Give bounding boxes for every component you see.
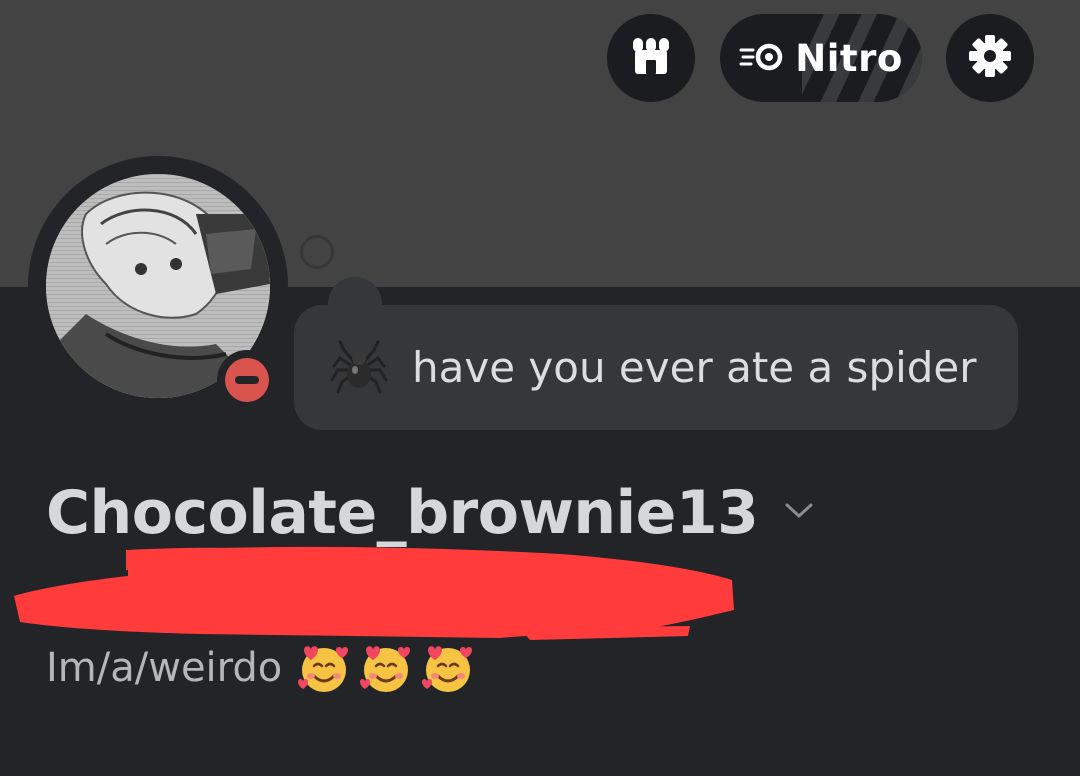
custom-status-text: have you ever ate a spider [412,343,977,392]
nitro-icon [739,41,785,76]
profile-screen: Nitro have you ever ate a spider Chocola… [0,0,1080,776]
username: Chocolate_brownie13 [46,478,759,548]
status-indicator [217,350,277,410]
bio-text: Im/a/weirdo [46,645,283,691]
shop-button[interactable] [607,14,695,102]
redaction-scribble [14,546,734,640]
gear-icon [967,33,1013,84]
spider-icon [330,336,388,399]
custom-status-bubble[interactable]: have you ever ate a spider [294,305,1018,430]
settings-button[interactable] [946,14,1034,102]
nitro-label: Nitro [795,36,903,80]
status-bubble-dot-small [300,235,334,269]
chevron-down-icon[interactable] [784,501,814,526]
shop-icon [629,34,673,83]
nitro-button[interactable]: Nitro [720,14,922,102]
username-row[interactable]: Chocolate_brownie13 [46,478,814,548]
do-not-disturb-icon [225,358,269,402]
